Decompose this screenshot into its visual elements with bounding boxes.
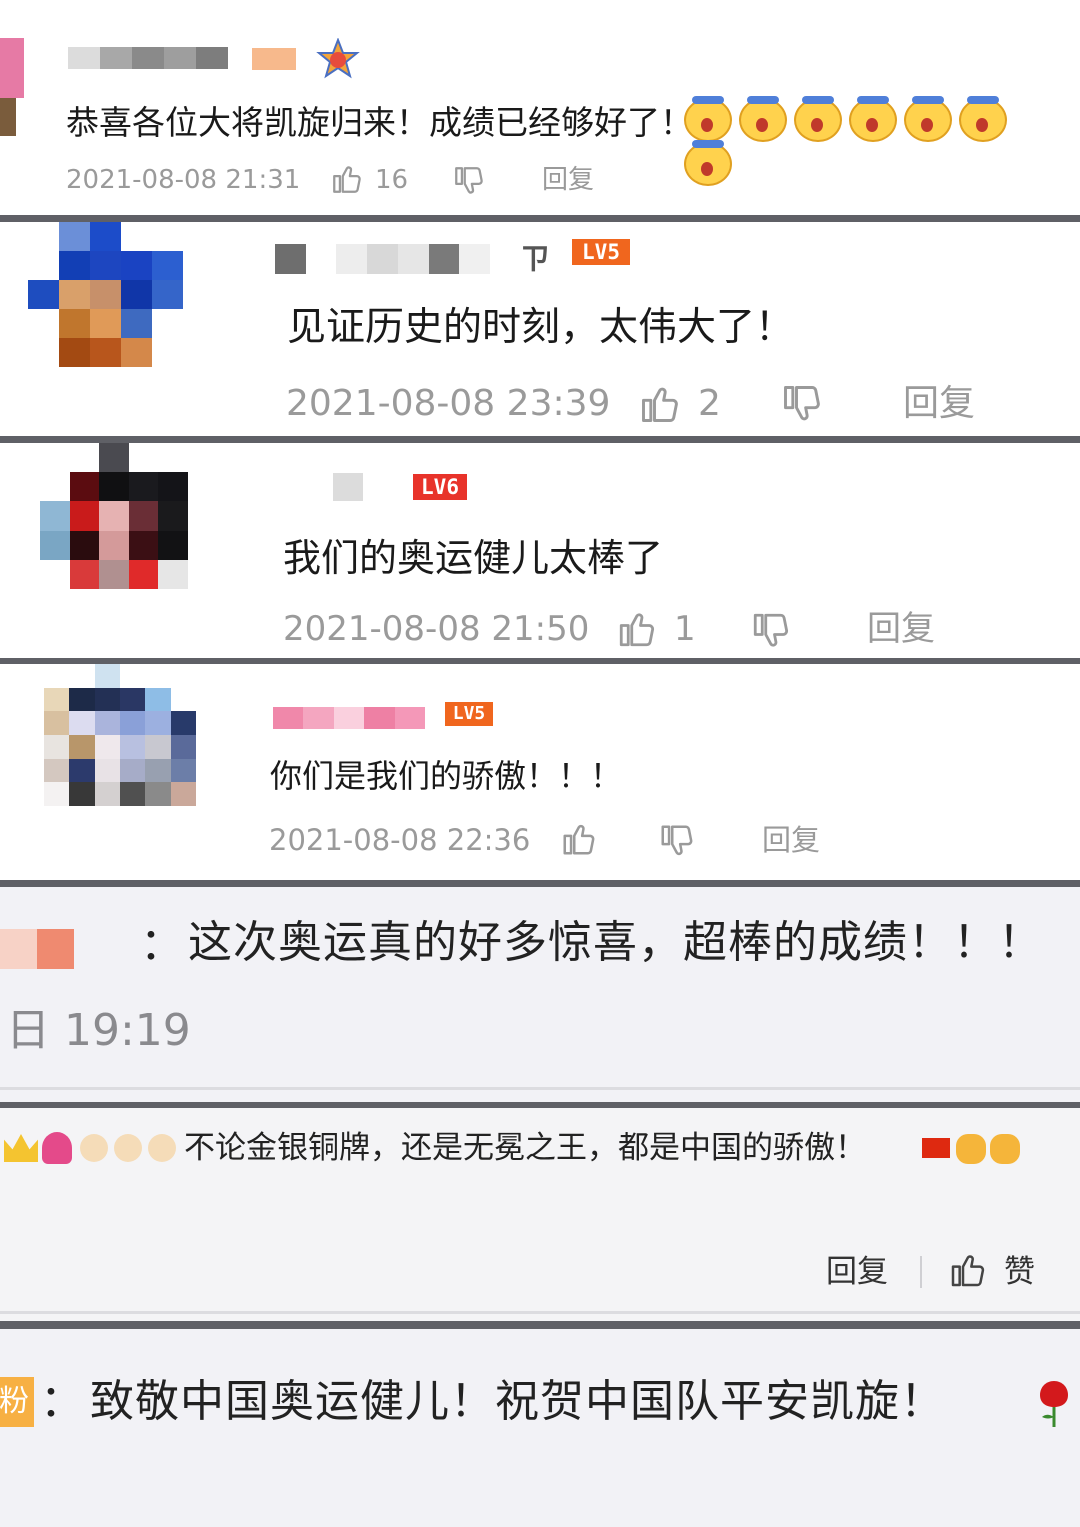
timestamp: 2021-08-08 23:39 xyxy=(286,383,611,424)
emoji-icon xyxy=(904,96,952,142)
avatar[interactable] xyxy=(40,443,188,589)
timestamp: 日 19:19 xyxy=(6,1005,191,1056)
avatar[interactable] xyxy=(28,222,183,367)
medal-icon xyxy=(316,38,360,82)
comment-text: 致敬中国奥运健儿！祝贺中国队平安凯旋！ xyxy=(90,1376,945,1427)
comment-text: 你们是我们的骄傲！！！ xyxy=(270,757,623,795)
colon: ： xyxy=(140,919,184,970)
comment-2: ㄗ LV5 见证历史的时刻，太伟大了！ 2021-08-08 23:39 2 回… xyxy=(0,222,1080,436)
action-divider xyxy=(920,1256,922,1288)
avatar[interactable] xyxy=(0,38,24,98)
thumbs-up-icon[interactable] xyxy=(638,382,682,426)
emoji-icon xyxy=(849,96,897,142)
thumbs-up-icon[interactable] xyxy=(948,1250,988,1290)
like-button[interactable]: 赞 xyxy=(1004,1250,1035,1294)
divider xyxy=(0,1321,1080,1329)
crown-icon xyxy=(4,1134,38,1162)
divider xyxy=(0,215,1080,222)
clap-icon xyxy=(80,1134,108,1162)
colon: ： xyxy=(40,1376,84,1427)
thumbs-down-icon[interactable] xyxy=(750,610,792,652)
reply-button[interactable]: 回复 xyxy=(867,606,935,652)
username-blurred[interactable] xyxy=(68,47,228,69)
comment-text: 我们的奥运健儿太棒了 xyxy=(283,536,664,580)
comment-6: 不论金银铜牌，还是无冕之王，都是中国的骄傲！ 回复 赞 xyxy=(0,1108,1080,1321)
emoji-row xyxy=(4,1130,179,1166)
clap-icon xyxy=(114,1134,142,1162)
rose-icon xyxy=(1034,1375,1074,1429)
thumbs-up-icon[interactable] xyxy=(616,608,658,650)
emoji-icon xyxy=(684,96,732,142)
thumbs-up-emoji-icon xyxy=(956,1134,986,1164)
fan-badge: 粉 xyxy=(0,1377,34,1427)
comment-7: 粉 ： 致敬中国奥运健儿！祝贺中国队平安凯旋！ xyxy=(0,1329,1080,1527)
comment-1: 恭喜各位大将凯旋归来！成绩已经够好了！ 2021-08-08 21:31 16 … xyxy=(0,0,1080,215)
like-count: 1 xyxy=(674,609,696,649)
thumbs-up-emoji-icon xyxy=(990,1134,1020,1164)
china-flag-icon xyxy=(922,1138,950,1158)
divider xyxy=(0,880,1080,887)
reply-button[interactable]: 回复 xyxy=(762,820,820,860)
comment-4: LV5 你们是我们的骄傲！！！ 2021-08-08 22:36 回复 xyxy=(0,664,1080,880)
username-blurred[interactable] xyxy=(273,707,425,729)
panel-border xyxy=(0,1087,1080,1090)
comment-5: ： 这次奥运真的好多惊喜，超棒的成绩！！！ 日 19:19 xyxy=(0,887,1080,1102)
comment-text: 见证历史的时刻，太伟大了！ xyxy=(287,305,795,350)
comment-text: 这次奥运真的好多惊喜，超棒的成绩！！！ xyxy=(188,917,1043,968)
reply-button[interactable]: 回复 xyxy=(826,1250,888,1294)
emoji-row xyxy=(684,96,1044,186)
thumbs-down-icon[interactable] xyxy=(452,164,486,198)
reply-button[interactable]: 回复 xyxy=(903,380,975,428)
username-blurred[interactable] xyxy=(333,473,363,501)
thumbs-up-icon[interactable] xyxy=(560,820,598,858)
like-count: 16 xyxy=(375,165,409,195)
emoji-icon xyxy=(794,96,842,142)
thumbs-down-icon[interactable] xyxy=(780,382,824,426)
emoji-row-end xyxy=(922,1132,1032,1168)
emoji-icon xyxy=(739,96,787,142)
bouquet-icon xyxy=(42,1132,72,1164)
emoji-icon xyxy=(684,140,732,186)
timestamp: 2021-08-08 21:31 xyxy=(66,165,301,195)
divider xyxy=(0,436,1080,443)
like-count: 2 xyxy=(698,383,721,424)
username-blurred[interactable] xyxy=(0,929,74,969)
username-blurred[interactable] xyxy=(275,244,490,274)
comment-3: LV6 我们的奥运健儿太棒了 2021-08-08 21:50 1 回复 xyxy=(0,443,1080,658)
clap-icon xyxy=(148,1134,176,1162)
thumbs-down-icon[interactable] xyxy=(658,822,696,860)
timestamp: 2021-08-08 22:36 xyxy=(269,823,531,857)
emoji-icon xyxy=(959,96,1007,142)
thumbs-up-icon[interactable] xyxy=(330,162,364,196)
avatar-lower xyxy=(0,98,16,136)
level-badge: LV5 xyxy=(572,239,630,265)
timestamp: 2021-08-08 21:50 xyxy=(283,609,590,649)
level-badge: LV6 xyxy=(413,474,467,500)
level-badge-blurred xyxy=(252,48,296,70)
comment-text: 不论金银铜牌，还是无冕之王，都是中国的骄傲！ xyxy=(184,1130,866,1166)
level-badge: LV5 xyxy=(445,702,493,726)
reply-button[interactable]: 回复 xyxy=(542,162,594,198)
vip-icon: ㄗ xyxy=(520,242,550,277)
avatar[interactable] xyxy=(44,664,196,806)
panel-border xyxy=(0,1311,1080,1314)
comment-text: 恭喜各位大将凯旋归来！成绩已经够好了！ xyxy=(66,103,693,142)
